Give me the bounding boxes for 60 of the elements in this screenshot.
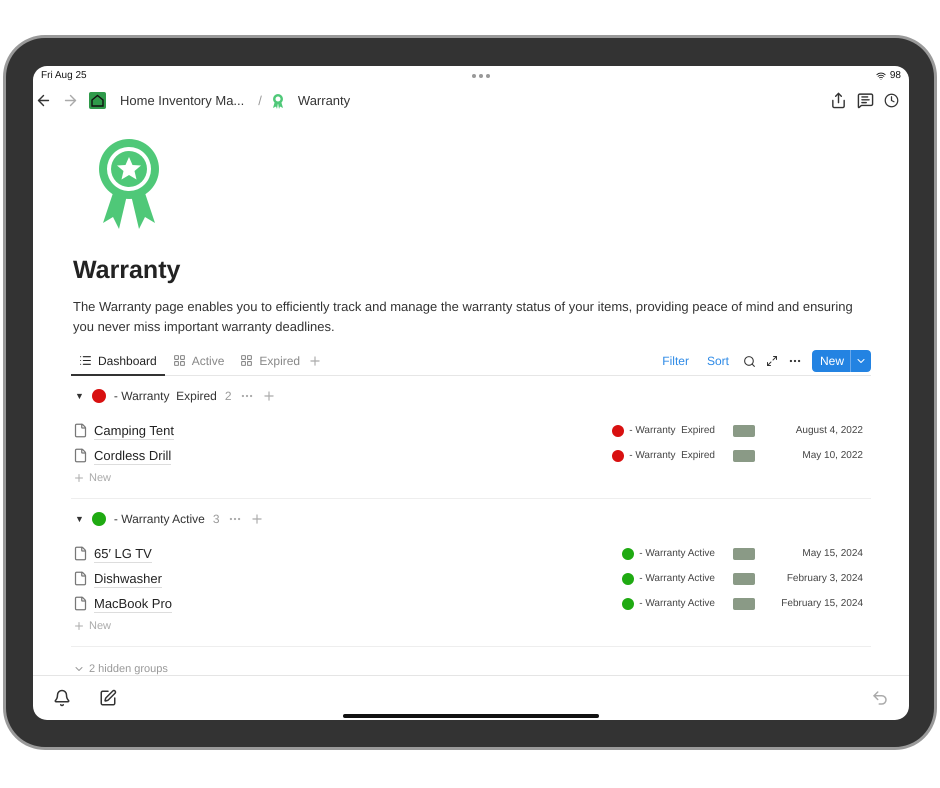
page-icon [73,596,88,612]
group-toggle[interactable]: ▼ [75,514,84,524]
view-tab[interactable]: Expired [232,348,308,376]
expand-button[interactable] [766,355,778,368]
compose-button[interactable] [99,689,117,708]
grid-icon [240,354,254,368]
search-button[interactable] [742,354,756,368]
group-count: 3 [212,512,220,526]
breadcrumb-link[interactable]: Warranty [294,91,354,110]
multitasking-dots-icon[interactable] [472,74,490,78]
page-icon [73,571,88,586]
award-ribbon-icon [272,92,284,109]
date-text: February 3, 2024 [786,573,863,584]
photo-placeholder [733,424,755,437]
item-name[interactable]: Cordless Drill [94,446,172,465]
group-label: - Warranty Expired [114,389,217,404]
page-icon [73,546,88,562]
notifications-button[interactable] [53,689,71,708]
group-label: - Warranty Active [114,512,205,526]
list-icon [79,354,92,368]
photo-placeholder [733,450,755,462]
date-text: August 4, 2022 [794,425,863,436]
status-label: - Warranty Expired [629,450,715,462]
item-name[interactable]: Dishwasher [94,570,162,588]
battery-level: 98 [890,70,901,82]
status-label: - Warranty Expired [629,425,715,436]
comments-button[interactable] [857,92,874,110]
house-icon [89,92,106,110]
group-toggle[interactable]: ▼ [75,391,84,402]
page-icon [73,448,88,464]
page-description: The Warranty page enables you to efficiently track and manage the warranty status of your items, providing peace of mind and ensuring you never miss important warranty deadlines. [73,298,854,336]
photo-placeholder [733,548,755,560]
sort-link[interactable]: Sort [702,354,733,368]
share-button[interactable] [830,92,847,110]
status-label: - Warranty Active [639,598,715,610]
status-time: Fri Aug 25 [41,70,87,82]
item-name[interactable]: 65′ LG TV [94,544,152,563]
item-name[interactable]: Camping Tent [94,422,174,440]
photo-placeholder [733,598,755,610]
breadcrumb-link[interactable]: Home Inventory Ma... [116,91,248,110]
wifi-icon [876,70,886,81]
date-text: February 15, 2024 [780,598,863,610]
date-text: May 10, 2022 [801,450,863,462]
plus-icon [73,472,85,484]
status-label: - Warranty Active [639,548,715,560]
page-title: Warranty [73,256,182,286]
plus-icon [73,620,85,632]
date-text: May 15, 2024 [801,548,863,560]
new-button[interactable]: New [812,350,871,372]
status-label: - Warranty Active [639,573,715,584]
history-button[interactable] [884,93,899,108]
item-name[interactable]: MacBook Pro [94,594,172,613]
view-tab[interactable]: Dashboard [71,348,165,376]
photo-placeholder [733,572,755,585]
grid-icon [172,354,186,368]
breadcrumb-separator: / [258,93,262,108]
filter-link[interactable]: Filter [658,354,693,368]
group-count: 2 [224,389,232,404]
view-tab[interactable]: Active [164,348,232,376]
page-icon [73,423,88,438]
